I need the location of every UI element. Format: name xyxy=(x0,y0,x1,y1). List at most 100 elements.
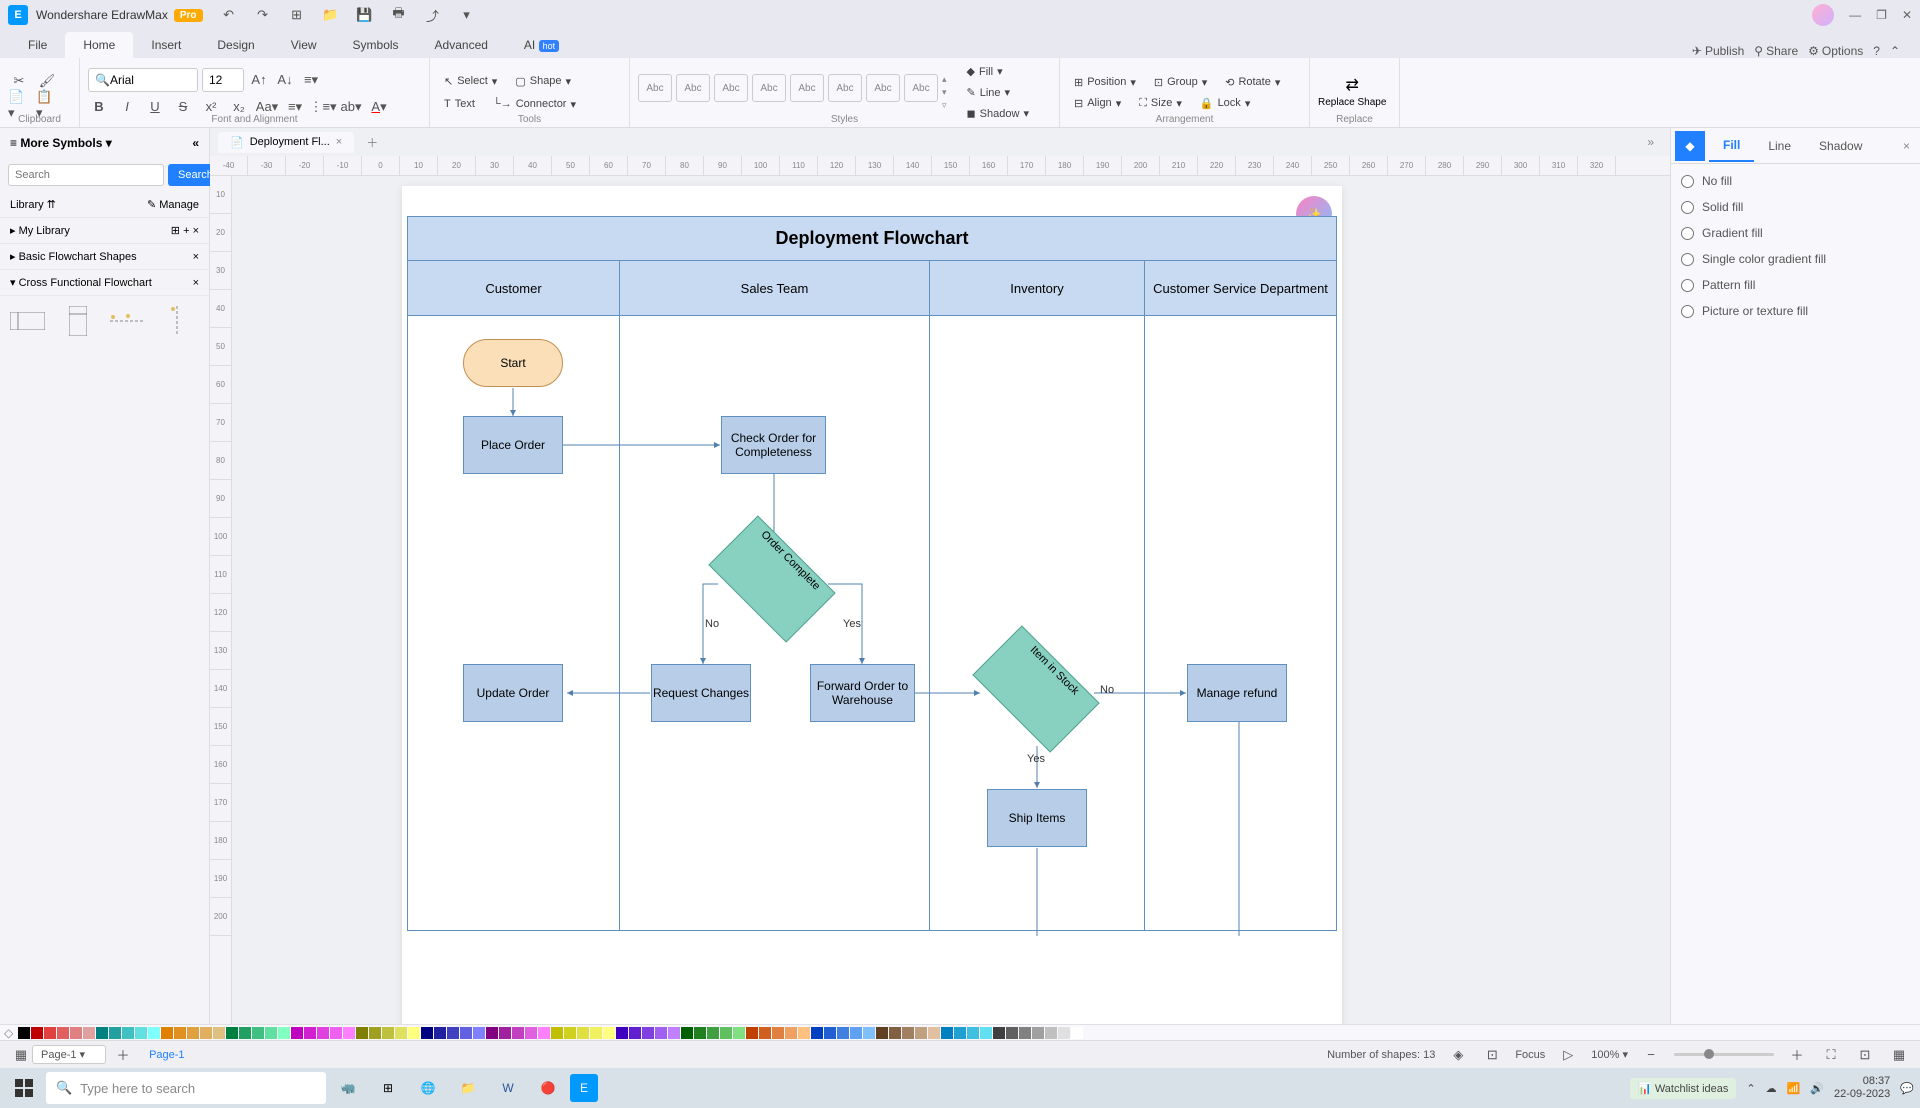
color-swatch[interactable] xyxy=(486,1027,498,1039)
color-swatch[interactable] xyxy=(252,1027,264,1039)
edrawmax-taskbar-icon[interactable]: E xyxy=(570,1074,598,1102)
color-swatch[interactable] xyxy=(460,1027,472,1039)
color-swatch[interactable] xyxy=(109,1027,121,1039)
cross-functional-category[interactable]: ▾ Cross Functional Flowchart xyxy=(10,276,152,289)
color-swatch[interactable] xyxy=(915,1027,927,1039)
color-swatch[interactable] xyxy=(993,1027,1005,1039)
tab-file[interactable]: File xyxy=(10,32,65,58)
doc-tab-close[interactable]: × xyxy=(336,136,342,148)
shape-tool[interactable]: ▢ Shape ▾ xyxy=(509,72,577,91)
color-swatch[interactable] xyxy=(187,1027,199,1039)
color-swatch[interactable] xyxy=(785,1027,797,1039)
add-page-button[interactable]: ＋ xyxy=(112,1044,134,1066)
focus-target-icon[interactable]: ⊡ xyxy=(1481,1044,1503,1066)
my-library-item[interactable]: ▸ My Library xyxy=(10,224,70,237)
color-swatch[interactable] xyxy=(356,1027,368,1039)
tray-expand-icon[interactable]: ⌃ xyxy=(1746,1082,1755,1095)
style-swatch-5[interactable]: Abc xyxy=(790,74,824,102)
singlegradient-option[interactable]: Single color gradient fill xyxy=(1681,252,1910,266)
update-order-node[interactable]: Update Order xyxy=(463,664,563,722)
color-swatch[interactable] xyxy=(408,1027,420,1039)
color-swatch[interactable] xyxy=(681,1027,693,1039)
color-swatch[interactable] xyxy=(707,1027,719,1039)
close-button[interactable]: ✕ xyxy=(1902,8,1912,22)
ship-items-node[interactable]: Ship Items xyxy=(987,789,1087,847)
place-order-node[interactable]: Place Order xyxy=(463,416,563,474)
paste-button[interactable]: 📋▾ xyxy=(36,94,58,116)
color-swatch[interactable] xyxy=(239,1027,251,1039)
color-swatch[interactable] xyxy=(200,1027,212,1039)
lock-button[interactable]: 🔒 Lock▾ xyxy=(1194,94,1256,113)
color-swatch[interactable] xyxy=(512,1027,524,1039)
new-button[interactable]: ⊞ xyxy=(286,4,308,26)
color-swatch[interactable] xyxy=(629,1027,641,1039)
color-swatch[interactable] xyxy=(161,1027,173,1039)
word-icon[interactable]: W xyxy=(490,1072,526,1104)
color-swatch[interactable] xyxy=(447,1027,459,1039)
lane-service-body[interactable] xyxy=(1145,316,1337,931)
cat1-close-icon[interactable]: × xyxy=(193,251,199,263)
color-swatch[interactable] xyxy=(551,1027,563,1039)
style-scroll-down[interactable]: ▾ xyxy=(942,87,947,98)
tab-ai[interactable]: AI hot xyxy=(506,32,577,58)
color-swatch[interactable] xyxy=(590,1027,602,1039)
swimlane-h-shape[interactable] xyxy=(10,306,45,336)
color-swatch[interactable] xyxy=(954,1027,966,1039)
rightpanel-toggle[interactable]: » xyxy=(1639,131,1662,153)
copy-button[interactable]: 📄▾ xyxy=(8,94,30,116)
color-swatch[interactable] xyxy=(434,1027,446,1039)
basic-flowchart-category[interactable]: ▸ Basic Flowchart Shapes xyxy=(10,250,137,263)
zoom-level[interactable]: 100% ▾ xyxy=(1591,1048,1628,1061)
help-button[interactable]: ? xyxy=(1873,44,1880,58)
fill-menu[interactable]: ◆ Fill ▾ xyxy=(961,62,1035,81)
lib-add-icon[interactable]: ⊞ xyxy=(171,225,180,237)
color-swatch[interactable] xyxy=(317,1027,329,1039)
tab-view[interactable]: View xyxy=(273,32,335,58)
color-swatch[interactable] xyxy=(1019,1027,1031,1039)
zoom-slider[interactable] xyxy=(1674,1053,1774,1056)
color-swatch[interactable] xyxy=(824,1027,836,1039)
color-swatch[interactable] xyxy=(265,1027,277,1039)
color-swatch[interactable] xyxy=(291,1027,303,1039)
tab-symbols[interactable]: Symbols xyxy=(335,32,417,58)
color-swatch[interactable] xyxy=(798,1027,810,1039)
size-button[interactable]: ⛶ Size▾ xyxy=(1133,94,1188,113)
fit-page-icon[interactable]: ⛶ xyxy=(1820,1044,1842,1066)
color-swatch[interactable] xyxy=(902,1027,914,1039)
focus-button[interactable]: Focus xyxy=(1515,1049,1545,1061)
color-swatch[interactable] xyxy=(421,1027,433,1039)
manage-button[interactable]: ✎ Manage xyxy=(147,198,199,211)
color-swatch[interactable] xyxy=(1006,1027,1018,1039)
page-selector[interactable]: Page-1 ▾ xyxy=(32,1045,106,1064)
zoom-in-button[interactable]: ＋ xyxy=(1786,1044,1808,1066)
flowchart-title[interactable]: Deployment Flowchart xyxy=(407,216,1337,261)
color-swatch[interactable] xyxy=(889,1027,901,1039)
forward-order-node[interactable]: Forward Order to Warehouse xyxy=(810,664,915,722)
taskbar-clock[interactable]: 08:3722-09-2023 xyxy=(1834,1075,1890,1101)
maximize-button[interactable]: ❐ xyxy=(1876,8,1887,22)
notifications-icon[interactable]: 💬 xyxy=(1900,1082,1914,1095)
tab-design[interactable]: Design xyxy=(199,32,272,58)
position-button[interactable]: ⊞ Position▾ xyxy=(1068,73,1142,92)
group-button[interactable]: ⊡ Group▾ xyxy=(1148,73,1213,92)
color-swatch[interactable] xyxy=(18,1027,30,1039)
request-changes-node[interactable]: Request Changes xyxy=(651,664,751,722)
start-node[interactable]: Start xyxy=(463,339,563,387)
solidfill-option[interactable]: Solid fill xyxy=(1681,200,1910,214)
color-swatch[interactable] xyxy=(395,1027,407,1039)
font-size-select[interactable]: 12 xyxy=(202,68,244,92)
picturefill-option[interactable]: Picture or texture fill xyxy=(1681,304,1910,318)
edge-icon[interactable]: 🌐 xyxy=(410,1072,446,1104)
color-swatch[interactable] xyxy=(694,1027,706,1039)
open-button[interactable]: 📁 xyxy=(320,4,342,26)
color-swatch[interactable] xyxy=(304,1027,316,1039)
rotate-button[interactable]: ⟲ Rotate▾ xyxy=(1219,73,1286,92)
fullscreen-icon[interactable]: ⊡ xyxy=(1854,1044,1876,1066)
color-swatch[interactable] xyxy=(837,1027,849,1039)
replace-shape-button[interactable]: Replace Shape xyxy=(1318,97,1386,109)
color-swatch[interactable] xyxy=(928,1027,940,1039)
qat-more[interactable]: ▾ xyxy=(456,4,478,26)
connector-tool[interactable]: └→ Connector ▾ xyxy=(487,95,582,114)
color-swatch[interactable] xyxy=(135,1027,147,1039)
color-swatch[interactable] xyxy=(213,1027,225,1039)
